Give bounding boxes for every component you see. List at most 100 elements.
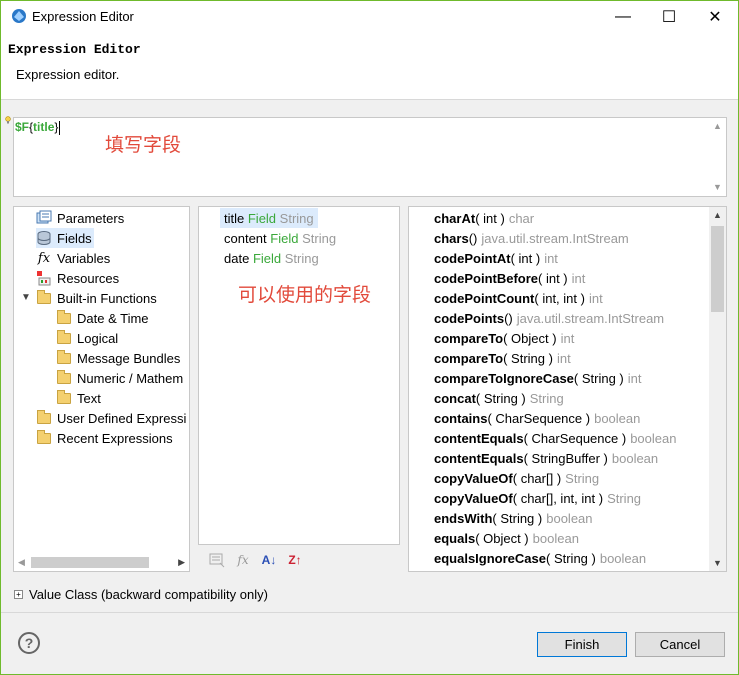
tree-item-recent[interactable]: Recent Expressions [36,428,173,448]
field-item-title[interactable]: title Field String [220,208,318,228]
minimize-button[interactable]: — [600,1,646,32]
scroll-thumb[interactable] [31,557,149,568]
method-item[interactable]: codePointCount( int, int ) int [434,288,603,308]
method-return: boolean [599,550,647,566]
method-args: ( String ) [546,550,596,566]
method-return: boolean [630,430,677,446]
tree-item-logical[interactable]: Logical [56,328,118,348]
method-item[interactable]: chars() java.util.stream.IntStream [434,228,629,248]
tree-item-resources[interactable]: Resources [36,268,119,288]
method-return: char [508,210,535,226]
tree-item-label: User Defined Expressi [57,410,187,426]
expression-input[interactable]: $F{title} ▲ ▼ [13,117,727,197]
method-name: equalsIgnoreCase [434,550,546,566]
expression-scrollbar[interactable]: ▲ ▼ [709,118,726,196]
parameters-icon [36,210,52,226]
method-name: copyValueOf [434,470,513,486]
method-item[interactable]: contentEquals( StringBuffer ) boolean [434,448,658,468]
method-item[interactable]: codePoints() java.util.stream.IntStream [434,308,664,328]
method-item[interactable]: codePointAt( int ) int [434,248,558,268]
tree-item-date-time[interactable]: Date & Time [56,308,149,328]
method-vscrollbar[interactable]: ▲ ▼ [709,207,726,571]
method-name: concat [434,390,476,406]
method-name: compareToIgnoreCase [434,370,574,386]
sort-descending-icon[interactable]: Z↑ [285,551,305,569]
tree-item-text[interactable]: Text [56,388,101,408]
method-return: boolean [532,530,579,546]
value-class-section[interactable]: + Value Class (backward compatibility on… [14,587,268,602]
minimize-icon: — [615,7,631,25]
method-args: ( String ) [503,350,553,366]
tree-item-variables[interactable]: fx Variables [36,248,110,268]
tree-item-fields[interactable]: Fields [36,228,94,248]
field-item-date[interactable]: date Field String [224,248,319,268]
scroll-right-icon[interactable]: ▶ [178,557,185,568]
close-icon: ✕ [708,8,722,26]
chevron-down-icon[interactable]: ▼ [21,292,31,303]
category-tree: Parameters Fields fx Variables Resources… [13,206,190,572]
method-item[interactable]: endsWith( String ) boolean [434,508,593,528]
folder-icon [36,409,52,426]
method-name: contentEquals [434,450,524,466]
method-item[interactable]: equals( Object ) boolean [434,528,579,548]
scroll-up-icon[interactable]: ▲ [713,121,722,131]
tree-item-parameters[interactable]: Parameters [36,208,124,228]
tree-item-message-bundles[interactable]: Message Bundles [56,348,180,368]
tree-item-label: Numeric / Mathem [77,370,184,386]
method-list: charAt( int ) char chars() java.util.strea… [408,206,727,572]
method-name: chars [434,230,469,246]
method-item[interactable]: compareTo( String ) int [434,348,571,368]
method-item[interactable]: contentEquals( CharSequence ) boolean [434,428,676,448]
method-item[interactable]: compareToIgnoreCase( String ) int [434,368,642,388]
tree-item-label: Text [77,390,101,406]
method-item[interactable]: charAt( int ) char [434,208,534,228]
folder-icon [36,429,52,446]
tree-item-numeric[interactable]: Numeric / Mathem [56,368,183,388]
method-args: ( int ) [475,210,505,226]
method-return: int [560,330,575,346]
method-item[interactable]: concat( String ) String [434,388,564,408]
scroll-down-icon[interactable]: ▼ [713,182,722,192]
field-toolbar: fx A↓ Z↑ [207,551,305,569]
method-name: compareTo [434,350,504,366]
method-return: java.util.stream.IntStream [516,310,665,326]
method-item[interactable]: codePointBefore( int ) int [434,268,585,288]
scroll-left-icon[interactable]: ◀ [18,557,25,568]
maximize-button[interactable]: ☐ [646,1,692,32]
field-item-content[interactable]: content Field String [224,228,336,248]
tree-item-label: Parameters [57,210,125,226]
expression-field: title [33,120,55,134]
scroll-up-icon[interactable]: ▲ [713,210,722,220]
expand-icon[interactable]: + [14,590,23,599]
tree-item-label: Logical [77,330,119,346]
method-name: equals [434,530,476,546]
category-hscrollbar[interactable]: ◀ ▶ [14,554,189,571]
insert-field-icon[interactable] [207,551,227,569]
field-kind: Field [252,250,282,266]
annotation-fill-field: 填写字段 [105,135,182,156]
method-item[interactable]: copyValueOf( char[], int, int ) String [434,488,641,508]
close-button[interactable]: ✕ [692,1,738,32]
insert-function-icon[interactable]: fx [233,551,253,569]
method-name: codePointAt [434,250,511,266]
footer-divider [1,612,738,613]
tree-item-user-defined[interactable]: User Defined Expressi [36,408,186,428]
scroll-down-icon[interactable]: ▼ [713,558,722,568]
annotation-available-fields: 可以使用的字段 [238,285,372,306]
cancel-button[interactable]: Cancel [635,632,725,657]
method-item[interactable]: copyValueOf( char[] ) String [434,468,599,488]
variables-icon: fx [37,250,51,266]
finish-button[interactable]: Finish [537,632,627,657]
method-name: copyValueOf [434,490,513,506]
help-icon[interactable]: ? [18,632,40,654]
scroll-thumb[interactable] [711,226,724,312]
tree-item-label: Recent Expressions [57,430,173,446]
method-item[interactable]: contains( CharSequence ) boolean [434,408,640,428]
field-type: String [279,210,314,226]
method-args: () [468,230,478,246]
tree-item-builtin-functions[interactable]: Built-in Functions [36,288,157,308]
method-item[interactable]: compareTo( Object ) int [434,328,574,348]
method-item[interactable]: equalsIgnoreCase( String ) boolean [434,548,646,568]
sort-ascending-icon[interactable]: A↓ [259,551,279,569]
field-kind: Field [247,210,277,226]
